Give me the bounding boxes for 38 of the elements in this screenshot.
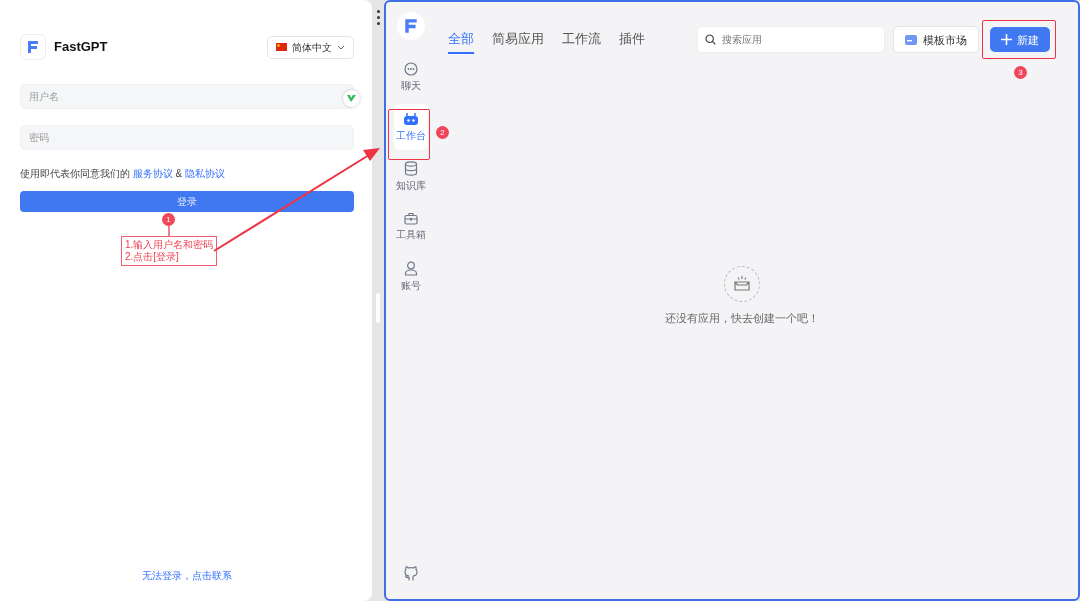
ampersand-text: & [175,168,183,179]
callout-text: 1.输入用户名和密码 [125,239,214,251]
logo-icon [397,12,425,40]
search-field[interactable]: 搜索应用 [697,26,885,54]
privacy-link[interactable]: 隐私协议 [185,168,225,179]
password-field[interactable]: 密码 [20,125,354,150]
username-field[interactable]: 用户名 [20,84,354,109]
login-button[interactable]: 登录 [20,191,354,212]
empty-message: 还没有应用，快去创建一个吧！ [665,310,819,326]
help-link[interactable]: 无法登录，点击联系 [142,570,232,581]
terms-link[interactable]: 服务协议 [132,168,173,179]
flag-icon [276,43,287,51]
sidebar-item[interactable]: 聊天 [394,54,428,100]
sidebar-item[interactable]: 账号 [394,254,428,300]
sidebar-item[interactable]: 工具箱 [394,204,428,250]
brand-name: FastGPT [54,38,108,57]
tab[interactable]: 简易应用 [492,29,544,54]
tab[interactable]: 工作流 [562,29,601,54]
sidebar-item[interactable]: 工作台 [394,104,428,150]
plus-icon [1001,34,1012,46]
template-icon [905,34,917,45]
language-select[interactable]: 简体中文 [267,35,354,59]
tab[interactable]: 全部 [448,29,474,54]
person-icon [404,261,418,276]
toolbox-icon [404,212,418,225]
highlight-frame [388,109,430,160]
agreement-text: 使用即代表你同意我们的 [20,168,130,179]
robot-icon [403,111,419,126]
create-button[interactable]: 新建 [990,27,1050,53]
chevron-down-icon [337,44,345,50]
chat-icon [404,61,418,76]
template-market-button[interactable]: 模板市场 [893,26,979,54]
logo-icon [20,34,46,60]
callout-text: 2.点击[登录] [125,251,180,263]
tab[interactable]: 插件 [619,29,645,54]
github-icon[interactable] [403,565,419,581]
sidebar-item[interactable]: 知识库 [394,154,428,200]
database-icon [404,161,418,176]
